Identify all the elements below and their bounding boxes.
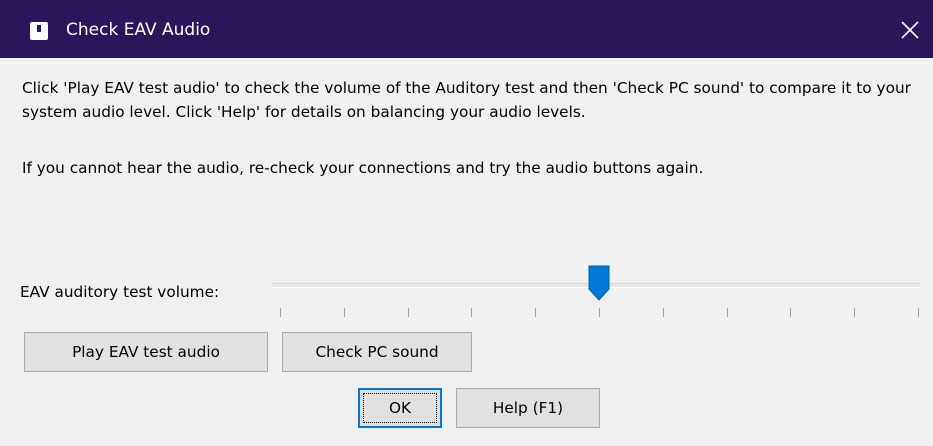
dialog-body: Click 'Play EAV test audio' to check the…	[12, 58, 933, 446]
slider-thumb[interactable]	[588, 265, 610, 301]
help-button[interactable]: Help (F1)	[456, 388, 600, 428]
slider-tick	[471, 308, 473, 317]
title-bar[interactable]: Check EAV Audio	[0, 0, 933, 58]
troubleshoot-text: If you cannot hear the audio, re-check y…	[22, 159, 704, 177]
app-icon	[30, 22, 48, 40]
check-pc-sound-button[interactable]: Check PC sound	[282, 332, 472, 372]
play-eav-test-audio-button[interactable]: Play EAV test audio	[24, 332, 268, 372]
volume-slider[interactable]	[270, 262, 930, 318]
slider-tick	[535, 308, 537, 317]
slider-tick	[280, 308, 281, 317]
slider-tick	[854, 308, 856, 317]
ok-button[interactable]: OK	[358, 388, 442, 428]
slider-tick	[599, 308, 600, 317]
slider-tick	[918, 308, 919, 317]
check-eav-audio-dialog: Check EAV Audio Click 'Play EAV test aud…	[0, 0, 933, 446]
focus-rectangle	[363, 393, 437, 423]
slider-tick	[662, 308, 664, 317]
slider-tick	[407, 308, 409, 317]
close-button[interactable]	[887, 0, 933, 58]
close-icon	[901, 21, 919, 39]
slider-tick	[726, 308, 728, 317]
slider-tick	[343, 308, 345, 317]
slider-tick	[790, 308, 792, 317]
instructions-text: Click 'Play EAV test audio' to check the…	[22, 79, 911, 121]
volume-label: EAV auditory test volume:	[20, 283, 220, 301]
window-title: Check EAV Audio	[66, 20, 211, 40]
